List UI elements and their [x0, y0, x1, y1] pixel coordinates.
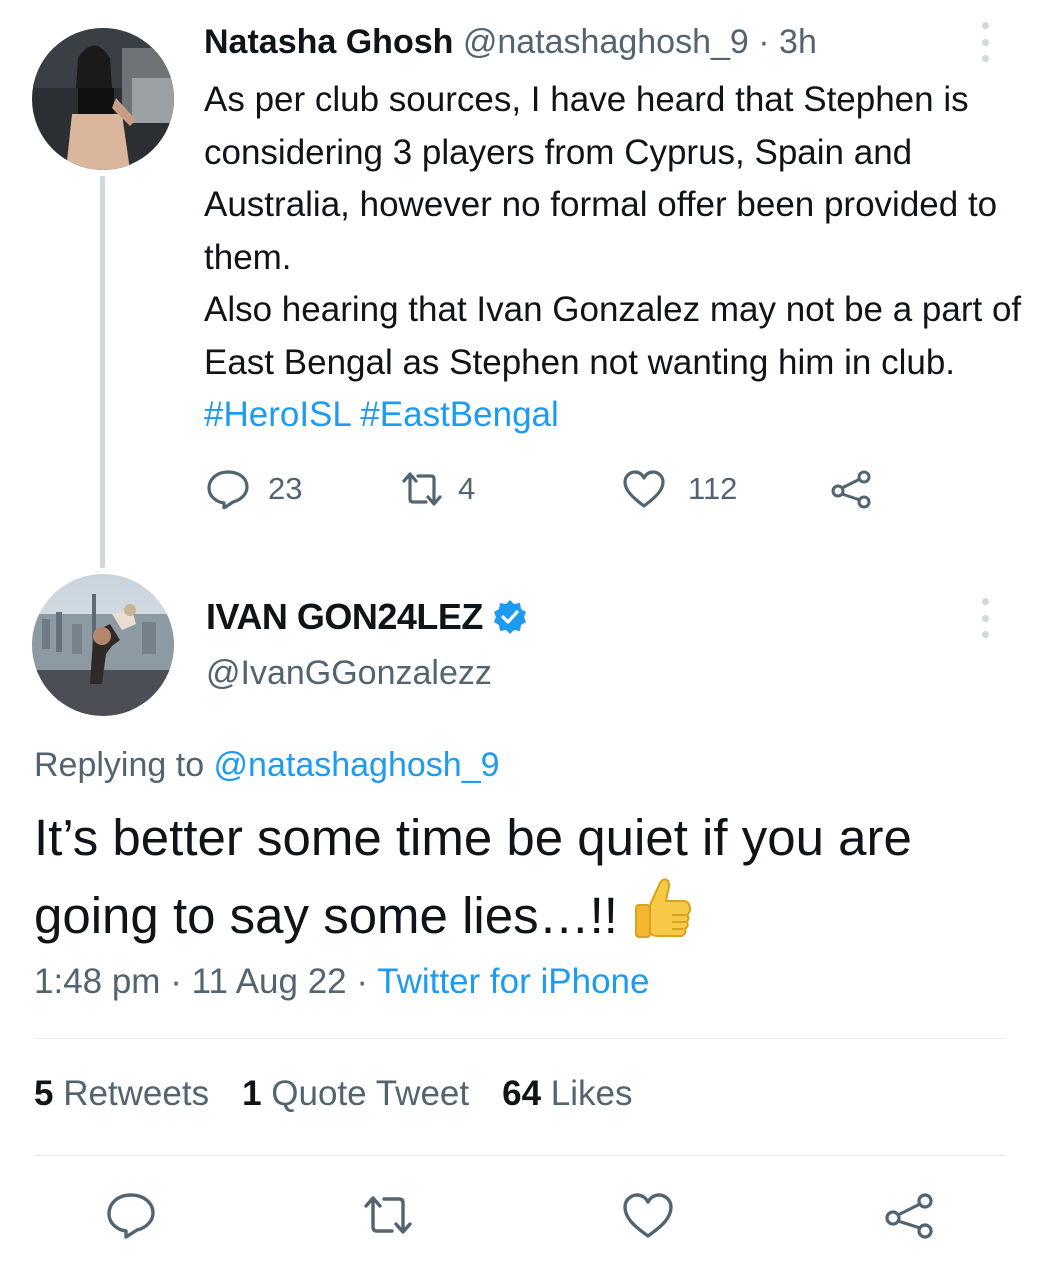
thread-connector-line	[100, 176, 105, 568]
avatar-natasha[interactable]	[32, 28, 174, 170]
reply-button[interactable]	[106, 1192, 156, 1245]
retweet-icon	[402, 472, 442, 506]
reply-count: 23	[268, 471, 303, 506]
replying-prefix: Replying to	[34, 746, 214, 784]
replying-handle-link[interactable]: @natashaghosh_9	[214, 746, 500, 784]
retweet-button[interactable]	[360, 1192, 416, 1243]
share-button[interactable]	[884, 1192, 936, 1245]
tweet2-author-name[interactable]: IVAN GON24LEZ	[206, 596, 483, 638]
share-action[interactable]	[830, 469, 874, 509]
tweet1-paragraph-2: Also hearing that Ivan Gonzalez may not …	[204, 284, 1024, 442]
retweet-count: 4	[458, 471, 476, 506]
retweets-label: Retweets	[53, 1074, 210, 1113]
share-icon	[831, 470, 871, 509]
tweet2-author-row: IVAN GON24LEZ	[206, 596, 529, 638]
hashtag-eastbengal[interactable]: #EastBengal	[360, 395, 558, 434]
tweet1-text: As per club sources, I have heard that S…	[204, 74, 1024, 442]
hashtag-heroisl[interactable]: #HeroISL	[204, 395, 351, 434]
like-icon	[623, 1193, 673, 1238]
quote-tweets-stat[interactable]: 1 Quote Tweet	[242, 1074, 469, 1114]
likes-stat[interactable]: 64 Likes	[502, 1074, 632, 1114]
retweets-stat[interactable]: 5 Retweets	[34, 1074, 209, 1114]
tweet2-text-content: It’s better some time be quiet if you ar…	[34, 809, 912, 944]
engagement-stats: 5 Retweets 1 Quote Tweet 64 Likes	[34, 1074, 665, 1114]
likes-label: Likes	[541, 1074, 633, 1113]
tweet2-date[interactable]: 11 Aug 22	[192, 962, 347, 1001]
like-action[interactable]: 112	[622, 469, 737, 509]
likes-count: 64	[502, 1074, 542, 1113]
retweet-icon	[364, 1196, 412, 1234]
quotes-label: Quote Tweet	[261, 1074, 470, 1113]
tweet1-separator: ·	[748, 23, 780, 61]
like-button[interactable]	[622, 1192, 674, 1245]
retweet-action[interactable]: 4	[398, 469, 475, 509]
tweet2-handle[interactable]: @IvanGGonzalezz	[206, 654, 492, 693]
reply-icon	[107, 1193, 155, 1239]
like-icon	[623, 470, 665, 508]
more-icon[interactable]	[970, 598, 1000, 638]
timestamp-separator: ·	[160, 962, 192, 1001]
tweet1-handle[interactable]: @natashaghosh_9	[463, 23, 749, 61]
thumbs-up-emoji	[632, 875, 694, 961]
source-separator: ·	[346, 962, 378, 1001]
tweet2-text: It’s better some time be quiet if you ar…	[34, 800, 994, 961]
quotes-count: 1	[242, 1074, 262, 1113]
verified-badge-icon	[493, 600, 526, 634]
tweet1-author-name[interactable]: Natasha Ghosh	[204, 23, 453, 61]
share-icon	[885, 1193, 933, 1239]
tweet2-time[interactable]: 1:48 pm	[34, 962, 160, 1001]
tweet1-paragraph-2-text: Also hearing that Ivan Gonzalez may not …	[204, 290, 1022, 382]
retweets-count: 5	[34, 1074, 54, 1113]
like-count: 112	[688, 471, 738, 506]
tweet1-paragraph-1: As per club sources, I have heard that S…	[204, 80, 998, 277]
tweet2-timestamp-line: 1:48 pm · 11 Aug 22 · Twitter for iPhone	[34, 962, 649, 1002]
replying-to-line: Replying to @natashaghosh_9	[34, 746, 500, 785]
divider-bottom	[34, 1155, 1006, 1156]
divider-top	[34, 1038, 1006, 1039]
tweet1-header: Natasha Ghosh @natashaghosh_9 · 3h	[204, 20, 817, 64]
thumbs-up-icon	[635, 878, 692, 938]
tweet1-time[interactable]: 3h	[779, 23, 817, 61]
more-icon[interactable]	[970, 22, 1000, 62]
reply-action[interactable]: 23	[206, 469, 302, 509]
avatar-ivan[interactable]	[32, 574, 174, 716]
reply-icon	[207, 470, 249, 509]
tweet-source-link[interactable]: Twitter for iPhone	[377, 962, 649, 1001]
